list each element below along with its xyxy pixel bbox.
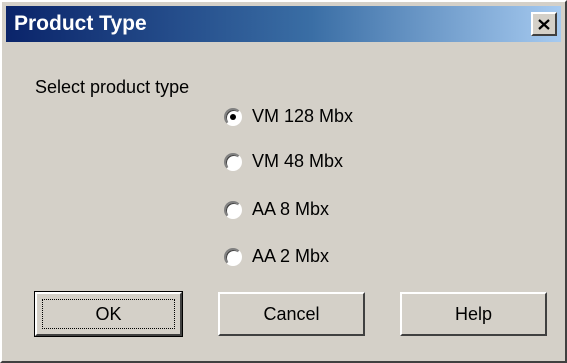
radio-option-aa-2[interactable]: AA 2 Mbx	[224, 246, 329, 267]
radio-option-aa-8[interactable]: AA 8 Mbx	[224, 199, 329, 220]
radio-label: VM 128 Mbx	[252, 106, 354, 126]
radio-button-icon[interactable]	[224, 200, 242, 219]
radio-selected-dot-icon	[230, 113, 236, 120]
help-button-label: Help	[454, 303, 493, 324]
help-button[interactable]: Help	[400, 292, 547, 336]
select-product-type-label: Select product type	[35, 77, 190, 97]
ok-button[interactable]: OK	[34, 291, 183, 337]
title-bar[interactable]: Product Type	[6, 6, 561, 42]
radio-option-vm-128[interactable]: VM 128 Mbx	[224, 106, 353, 127]
radio-label: VM 48 Mbx	[252, 151, 344, 171]
radio-label: AA 8 Mbx	[252, 199, 330, 219]
ok-button-label: OK	[95, 303, 122, 324]
cancel-button[interactable]: Cancel	[218, 292, 365, 336]
radio-label: AA 2 Mbx	[252, 246, 330, 266]
radio-button-icon[interactable]	[224, 152, 242, 171]
radio-button-icon[interactable]	[224, 247, 242, 266]
product-type-dialog: Product Type Select product type VM 128 …	[0, 0, 567, 363]
radio-option-vm-48[interactable]: VM 48 Mbx	[224, 151, 343, 172]
cancel-button-label: Cancel	[263, 303, 320, 324]
radio-button-icon[interactable]	[224, 107, 242, 126]
close-button[interactable]	[531, 12, 557, 36]
close-x-icon	[538, 18, 550, 30]
window-title: Product Type	[14, 12, 147, 35]
